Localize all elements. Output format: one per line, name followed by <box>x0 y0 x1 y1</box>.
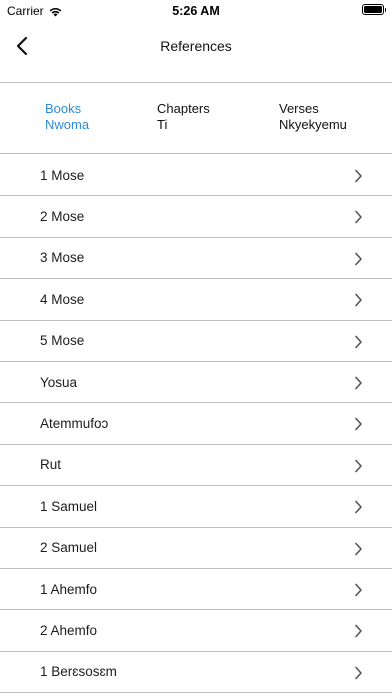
tab-books-label: Books <box>45 101 82 116</box>
tab-books[interactable]: Books Nwoma <box>45 101 89 133</box>
list-item[interactable]: 1 Samuel <box>0 486 392 528</box>
list-item-label: 4 Mose <box>40 291 85 307</box>
list-item-label: 2 Samuel <box>40 540 98 556</box>
list-item[interactable]: 1 Mose <box>0 155 392 197</box>
list-item[interactable]: Atemmufoɔ <box>0 403 392 445</box>
list-item[interactable]: 4 Mose <box>0 279 392 321</box>
chevron-right-icon <box>355 335 362 348</box>
chevron-right-icon <box>355 666 362 679</box>
tab-verses-label: Verses <box>279 101 319 116</box>
tab-chapters-sublabel: Ti <box>157 117 168 132</box>
list-item-label: Atemmufoɔ <box>40 416 109 432</box>
list-item-label: 2 Ahemfo <box>40 622 98 638</box>
tab-chapters-label: Chapters <box>157 101 210 116</box>
status-time: 5:26 AM <box>172 4 220 18</box>
list-item-label: Yosua <box>40 374 78 390</box>
list-item[interactable]: Yosua <box>0 362 392 404</box>
chevron-right-icon <box>355 252 362 266</box>
list-item-label: 2 Mose <box>40 209 85 225</box>
page-title: References <box>160 38 232 54</box>
list-item[interactable]: 3 Mose <box>0 238 392 280</box>
navigation-bar: References <box>0 22 392 83</box>
battery-icon <box>362 4 386 15</box>
tab-verses-sublabel: Nkyekyemu <box>279 117 347 132</box>
list-item-label: 1 Mose <box>40 167 85 183</box>
reference-tabs: Books Nwoma Chapters Ti Verses Nkyekyemu <box>0 84 392 154</box>
status-bar: Carrier 5:26 AM <box>0 0 392 22</box>
chevron-right-icon <box>355 293 362 307</box>
list-item-label: 5 Mose <box>40 333 85 349</box>
chevron-right-icon <box>355 418 362 431</box>
chevron-right-icon <box>355 500 362 514</box>
chevron-right-icon <box>355 624 362 638</box>
chevron-right-icon <box>355 459 362 473</box>
list-item[interactable]: 2 Mose <box>0 196 392 238</box>
status-right <box>362 4 386 15</box>
list-item[interactable]: 1 Berɛsosɛm <box>0 652 392 694</box>
book-list: 1 Mose 2 Mose 3 Mose 4 Mose 5 Mose Yosua… <box>0 155 392 694</box>
chevron-right-icon <box>355 583 362 597</box>
tab-chapters[interactable]: Chapters Ti <box>157 101 210 133</box>
list-item-label: Rut <box>40 457 62 473</box>
chevron-right-icon <box>355 542 362 555</box>
list-item-label: 3 Mose <box>40 250 85 266</box>
list-item[interactable]: Rut <box>0 445 392 487</box>
list-item[interactable]: 2 Samuel <box>0 528 392 569</box>
tab-verses[interactable]: Verses Nkyekyemu <box>279 101 347 133</box>
chevron-right-icon <box>355 211 362 224</box>
list-item[interactable]: 1 Ahemfo <box>0 569 392 611</box>
chevron-right-icon <box>355 169 362 183</box>
list-item[interactable]: 5 Mose <box>0 321 392 362</box>
list-item-label: 1 Berɛsosɛm <box>40 664 117 680</box>
list-item[interactable]: 2 Ahemfo <box>0 610 392 652</box>
list-item-label: 1 Ahemfo <box>40 581 98 597</box>
tab-books-sublabel: Nwoma <box>45 117 90 132</box>
chevron-right-icon <box>355 376 362 390</box>
list-item-label: 1 Samuel <box>40 498 98 514</box>
